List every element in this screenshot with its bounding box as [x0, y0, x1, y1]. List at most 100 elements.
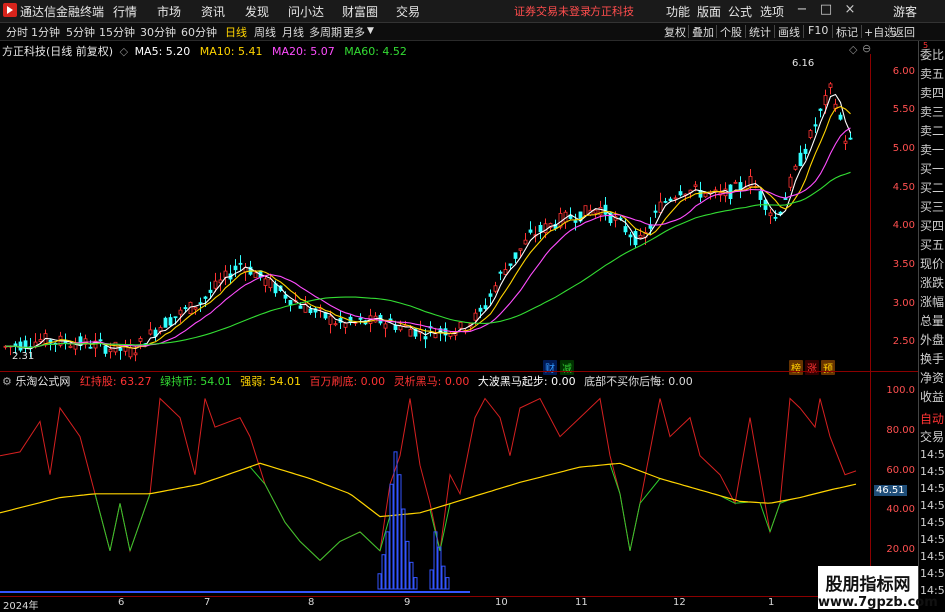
watermark-line2: www.7gpzb.com	[818, 595, 938, 610]
menu-shichang[interactable]: 市场	[157, 3, 181, 20]
candle-body	[628, 234, 633, 238]
quote-sell3[interactable]: 卖三	[920, 103, 944, 120]
quote-sell5[interactable]: 卖五	[920, 65, 944, 82]
candle-body	[203, 296, 208, 299]
menu-xuanxiang[interactable]: 选项	[760, 3, 784, 20]
quote-net-asset[interactable]: 净资	[920, 369, 944, 386]
tool-back[interactable]: 返回	[893, 24, 915, 40]
price-axis: 6.00 5.50 5.00 4.50 4.00 3.50 3.00 2.50	[870, 54, 919, 372]
candle-body	[758, 191, 763, 200]
menu-wenxiaoda[interactable]: 问小达	[288, 3, 324, 20]
candle-body	[493, 285, 498, 292]
tool-diejia[interactable]: 叠加	[692, 24, 714, 40]
minimize-button[interactable]: −	[793, 2, 811, 17]
candle-body	[208, 289, 213, 293]
candlestick-chart[interactable]	[0, 54, 890, 372]
ma20-line	[5, 127, 851, 349]
tool-gegu[interactable]: 个股	[720, 24, 742, 40]
quote-change-pct[interactable]: 涨幅	[920, 293, 944, 310]
date-axis: 2024年 6 7 8 9 10 11 12 1	[0, 596, 918, 612]
candle-body	[703, 193, 708, 198]
indicator-tick: 60.00	[886, 465, 915, 476]
trade-login-notice[interactable]: 证券交易未登录	[514, 3, 591, 19]
menu-zixun[interactable]: 资讯	[201, 3, 225, 20]
candle-body	[508, 263, 513, 266]
trade-label[interactable]: 交易	[920, 428, 944, 445]
quote-weibi[interactable]: 委比	[920, 46, 944, 63]
quote-buy4[interactable]: 买四	[920, 217, 944, 234]
tool-huaxian[interactable]: 画线	[778, 24, 800, 40]
tool-fuquan[interactable]: 复权	[664, 24, 686, 40]
candle-body	[678, 191, 683, 196]
indicator-tick: 100.0	[886, 385, 915, 396]
close-button[interactable]: ×	[841, 2, 859, 17]
quote-volume[interactable]: 总量	[920, 312, 944, 329]
menu-faxian[interactable]: 发现	[245, 3, 269, 20]
quote-buy3[interactable]: 买三	[920, 198, 944, 215]
candle-body	[433, 333, 438, 339]
tool-f10[interactable]: F10	[808, 24, 828, 37]
indicator-chart[interactable]	[0, 387, 870, 596]
quote-sell1[interactable]: 卖一	[920, 141, 944, 158]
indicator-tick: 40.00	[886, 504, 915, 515]
indicator-current-value: 46.51	[874, 485, 907, 496]
tool-tongji[interactable]: 统计	[749, 24, 771, 40]
period-more[interactable]: 更多	[343, 24, 365, 40]
candle-body	[128, 347, 133, 358]
quote-price[interactable]: 现价	[920, 255, 944, 272]
more-dropdown-icon[interactable]: ▼	[367, 26, 374, 36]
candle-body	[103, 345, 108, 354]
menu-gongneng[interactable]: 功能	[666, 3, 690, 20]
menu-caifuquan[interactable]: 财富圈	[342, 3, 378, 20]
period-1min[interactable]: 1分钟	[31, 24, 60, 40]
toolbar-divider	[832, 25, 833, 38]
quote-buy5[interactable]: 买五	[920, 236, 944, 253]
menu-gongshi[interactable]: 公式	[728, 3, 752, 20]
candle-body	[233, 265, 238, 271]
candle-body	[808, 130, 813, 138]
quote-buy2[interactable]: 买二	[920, 179, 944, 196]
candle-body	[593, 209, 598, 214]
quote-buy1[interactable]: 买一	[920, 160, 944, 177]
wave-horse-bar	[441, 565, 446, 590]
candle-body	[308, 308, 313, 314]
tick-time: 14:56	[920, 516, 945, 529]
period-15min[interactable]: 15分钟	[99, 24, 135, 40]
candle-body	[263, 278, 268, 286]
period-fenshi[interactable]: 分时	[6, 24, 28, 40]
tool-biaoji[interactable]: 标记	[836, 24, 858, 40]
quote-outer[interactable]: 外盘	[920, 331, 944, 348]
candle-body	[383, 323, 388, 329]
candle-body	[518, 248, 523, 251]
menu-jiaoyi[interactable]: 交易	[396, 3, 420, 20]
period-60min[interactable]: 60分钟	[181, 24, 217, 40]
quote-change[interactable]: 涨跌	[920, 274, 944, 291]
candle-body	[283, 294, 288, 299]
tool-add-watchlist[interactable]: +自选	[864, 24, 895, 40]
menu-banmian[interactable]: 版面	[697, 3, 721, 20]
guest-label[interactable]: 游客	[893, 3, 917, 20]
period-30min[interactable]: 30分钟	[140, 24, 176, 40]
candle-body	[268, 278, 273, 289]
period-monthly[interactable]: 月线	[282, 24, 304, 40]
pane-divider	[0, 371, 918, 372]
quote-sell4[interactable]: 卖四	[920, 84, 944, 101]
period-daily[interactable]: 日线	[225, 24, 247, 40]
wave-horse-bar	[393, 451, 398, 590]
candle-body	[658, 201, 663, 213]
maximize-button[interactable]: □	[817, 2, 835, 17]
candle-body	[513, 252, 518, 259]
period-multi[interactable]: 多周期	[309, 24, 342, 40]
candle-body	[798, 152, 803, 167]
candle-body	[838, 114, 843, 120]
auto-trade-label[interactable]: 自动	[920, 410, 944, 427]
menu-hangqing[interactable]: 行情	[113, 3, 137, 20]
quote-sell2[interactable]: 卖二	[920, 122, 944, 139]
quote-turnover[interactable]: 换手	[920, 350, 944, 367]
period-5min[interactable]: 5分钟	[66, 24, 95, 40]
quote-earnings[interactable]: 收益	[920, 388, 944, 405]
candle-body	[623, 226, 628, 233]
candle-body	[68, 345, 73, 348]
candle-body	[653, 210, 658, 213]
period-weekly[interactable]: 周线	[254, 24, 276, 40]
